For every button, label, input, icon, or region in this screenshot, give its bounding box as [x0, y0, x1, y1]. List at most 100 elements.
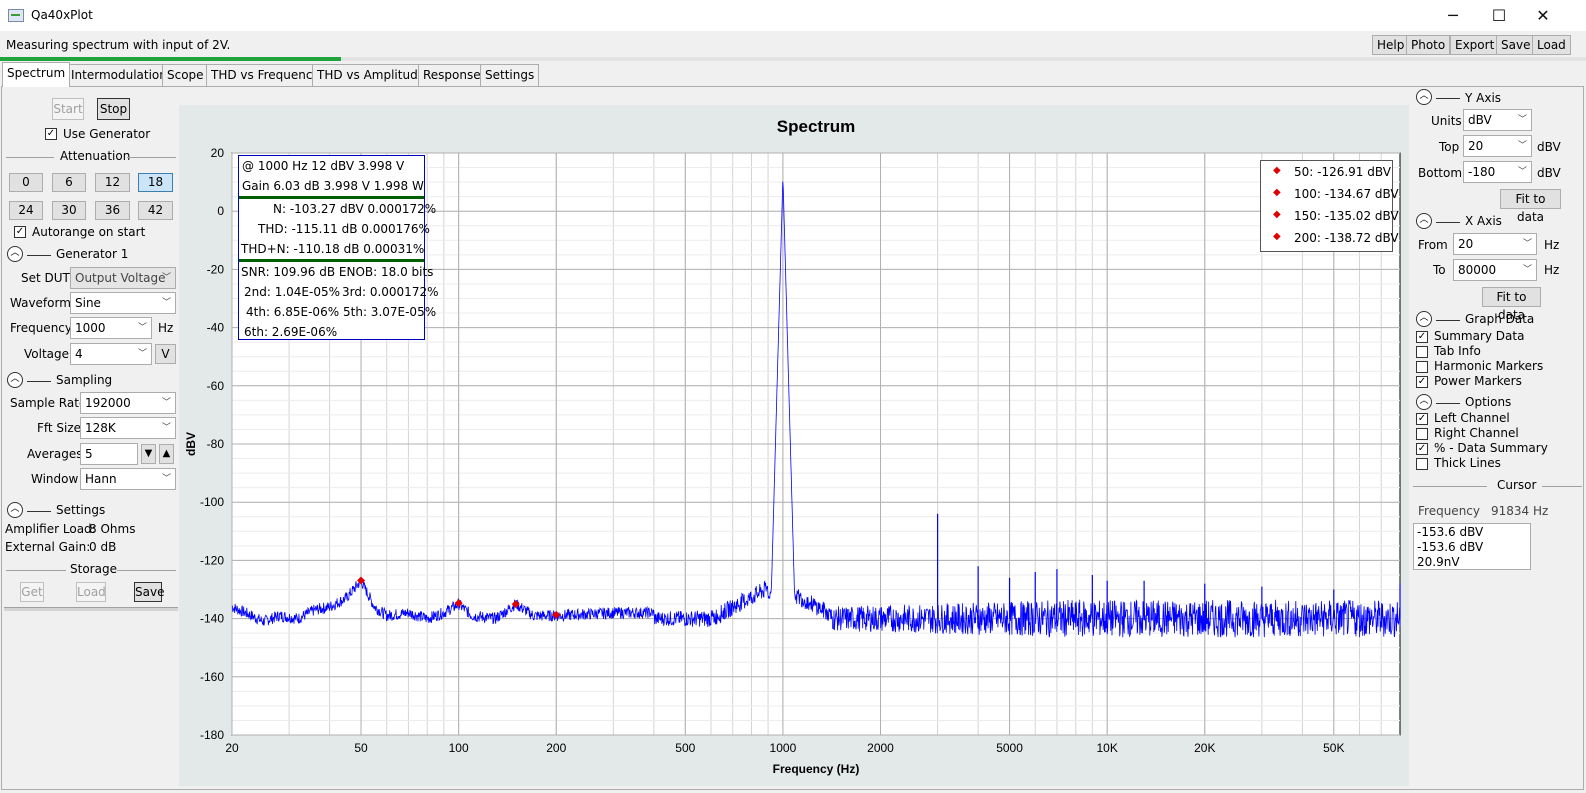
- divider: [6, 570, 66, 571]
- maximize-button[interactable]: ☐: [1476, 0, 1522, 30]
- voltage-unit-button[interactable]: V: [155, 344, 176, 364]
- xaxis-collapse-icon[interactable]: ︿: [1416, 213, 1432, 229]
- stop-button[interactable]: Stop: [97, 98, 130, 120]
- settings-collapse-icon[interactable]: ︿: [7, 502, 23, 518]
- x-tick-label: 50K: [1323, 741, 1344, 755]
- checkbox-tab-info[interactable]: [1416, 346, 1428, 358]
- top-input[interactable]: 20 ﹀: [1463, 135, 1532, 157]
- frequency-input[interactable]: 1000 ﹀: [70, 317, 152, 339]
- generator-title: Generator 1: [56, 247, 129, 261]
- autorange-checkbox[interactable]: ✓: [14, 226, 26, 238]
- from-unit: Hz: [1544, 238, 1560, 252]
- waveform-select[interactable]: Sine ﹀: [70, 292, 176, 314]
- marker-legend-item: 100: -134.67 dBV: [1294, 187, 1399, 201]
- start-button[interactable]: Start: [52, 98, 84, 120]
- tab-thd-vs-frequency[interactable]: THD vs Frequency: [206, 64, 325, 86]
- marker-diamond-icon: ◆: [1273, 165, 1281, 176]
- storage-save-button[interactable]: Save: [134, 582, 164, 602]
- generator-collapse-icon[interactable]: ︿: [7, 246, 23, 262]
- yaxis-collapse-icon[interactable]: ︿: [1416, 89, 1432, 105]
- checkbox-harmonic-markers[interactable]: [1416, 361, 1428, 373]
- attenuation-42-button[interactable]: 42: [138, 201, 173, 220]
- attenuation-12-button[interactable]: 12: [95, 173, 130, 192]
- storage-load-button[interactable]: Load: [76, 582, 106, 602]
- close-button[interactable]: ✕: [1520, 0, 1566, 30]
- x-tick-label: 20: [225, 741, 239, 755]
- tab-intermodulation[interactable]: Intermodulation: [66, 64, 172, 86]
- minimize-button[interactable]: ─: [1430, 0, 1476, 30]
- options-collapse-icon[interactable]: ︿: [1416, 394, 1432, 410]
- marker-legend: ◆ 50: -126.91 dBV ◆ 100: -134.67 dBV ◆ 1…: [1260, 160, 1399, 252]
- xaxis-fit-button[interactable]: Fit to data: [1482, 287, 1541, 322]
- attenuation-24-button[interactable]: 24: [9, 201, 43, 220]
- yaxis-title: Y Axis: [1465, 91, 1502, 105]
- set-dut-select[interactable]: Output Voltage ﹀: [70, 267, 176, 289]
- window-select[interactable]: Hann ﹀: [80, 468, 176, 490]
- autorange-label: Autorange on start: [32, 225, 146, 239]
- chevron-down-icon: ﹀: [161, 398, 171, 408]
- units-select[interactable]: dBV ﹀: [1463, 109, 1532, 131]
- x-tick-label: 200: [546, 741, 566, 755]
- checkbox-right-channel[interactable]: [1416, 428, 1428, 440]
- averages-input[interactable]: 5: [80, 443, 138, 465]
- attenuation-30-button[interactable]: 30: [52, 201, 86, 220]
- x-tick-label: 2000: [867, 741, 894, 755]
- frequency-unit: Hz: [158, 321, 174, 335]
- checkbox-data-summary[interactable]: ✓: [1416, 443, 1428, 455]
- cursor-frequency-value: 91834 Hz: [1491, 504, 1549, 518]
- checkbox-thick-lines[interactable]: [1416, 458, 1428, 470]
- fft-size-select[interactable]: 128K ﹀: [80, 417, 176, 439]
- frequency-label: Frequency: [10, 321, 72, 335]
- y-axis-label: dBV: [184, 432, 198, 456]
- y-tick-label: -140: [200, 612, 224, 626]
- tab-spectrum[interactable]: Spectrum: [2, 62, 71, 87]
- use-generator-checkbox[interactable]: ✓: [45, 128, 57, 140]
- summary-thd: THD: -115.11 dB 0.000176%: [258, 222, 430, 236]
- x-tick-label: 1000: [770, 741, 797, 755]
- cursor-frequency-label: Frequency: [1418, 504, 1480, 518]
- x-tick-label: 50: [354, 741, 368, 755]
- bottom-input[interactable]: -180 ﹀: [1463, 161, 1532, 183]
- checkbox-summary-data[interactable]: ✓: [1416, 331, 1428, 343]
- checkbox-label: Tab Info: [1434, 344, 1481, 358]
- y-tick-label: -60: [207, 379, 225, 393]
- averages-down-button[interactable]: ▼: [141, 444, 156, 464]
- to-input[interactable]: 80000 ﹀: [1453, 259, 1537, 281]
- tab-scope[interactable]: Scope: [162, 64, 209, 86]
- averages-up-button[interactable]: ▲: [159, 444, 174, 464]
- checkbox-power-markers[interactable]: ✓: [1416, 376, 1428, 388]
- tab-thd-vs-amplitude[interactable]: THD vs Amplitude: [312, 64, 431, 86]
- sampling-collapse-icon[interactable]: ︿: [7, 372, 23, 388]
- tab-settings[interactable]: Settings: [480, 64, 540, 86]
- chart-title: Spectrum: [777, 117, 855, 136]
- save-button[interactable]: Save: [1496, 35, 1536, 55]
- tab-response[interactable]: Response: [418, 64, 486, 86]
- export-button[interactable]: Export: [1450, 35, 1500, 55]
- voltage-input[interactable]: 4 ﹀: [70, 343, 152, 365]
- from-input[interactable]: 20 ﹀: [1453, 233, 1537, 255]
- yaxis-fit-button[interactable]: Fit to data: [1500, 189, 1561, 224]
- x-tick-label: 5000: [996, 741, 1023, 755]
- set-dut-value: Output Voltage: [75, 271, 166, 285]
- y-tick-label: -180: [200, 728, 224, 742]
- attenuation-6-button[interactable]: 6: [52, 173, 86, 192]
- divider: [27, 511, 51, 512]
- to-value: 80000: [1458, 263, 1497, 277]
- attenuation-0-button[interactable]: 0: [9, 173, 43, 192]
- storage-get-button[interactable]: Get: [20, 582, 44, 602]
- photo-button[interactable]: Photo: [1406, 35, 1451, 55]
- load-button[interactable]: Load: [1532, 35, 1571, 55]
- from-value: 20: [1458, 237, 1474, 251]
- graph-data-collapse-icon[interactable]: ︿: [1416, 311, 1432, 327]
- chevron-down-icon: ﹀: [137, 323, 147, 333]
- sample-rate-select[interactable]: 192000 ﹀: [80, 392, 176, 414]
- attenuation-36-button[interactable]: 36: [95, 201, 130, 220]
- summary-rule: [239, 259, 424, 262]
- sample-rate-value: 192000: [85, 396, 131, 410]
- attenuation-18-button[interactable]: 18: [138, 173, 173, 192]
- summary-line2: Gain 6.03 dB 3.998 V 1.998 W: [242, 179, 424, 193]
- help-button[interactable]: Help: [1372, 35, 1410, 55]
- window-title: Qa40xPlot: [31, 8, 93, 22]
- cursor-title: Cursor: [1497, 478, 1537, 492]
- checkbox-left-channel[interactable]: ✓: [1416, 413, 1428, 425]
